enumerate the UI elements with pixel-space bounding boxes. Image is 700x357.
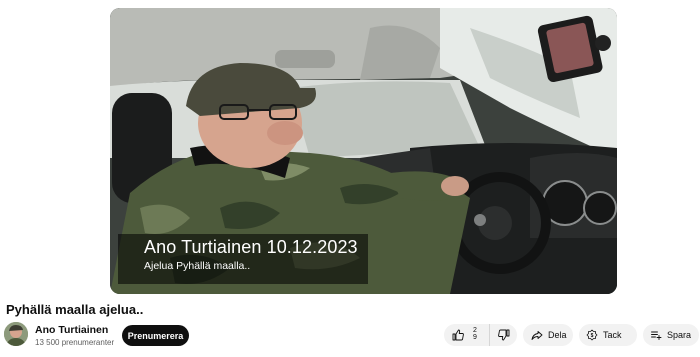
like-count-top: 2 [473,327,477,334]
thumbs-up-icon [452,329,464,341]
watch-page: Ano Turtiainen 10.12.2023 Ajelua Pyhällä… [0,0,700,357]
avatar-image [4,322,28,346]
like-count-bottom: 9 [473,334,477,341]
svg-text:$: $ [591,333,594,339]
video-caption-title: Ano Turtiainen 10.12.2023 [144,237,358,257]
share-arrow-icon [531,329,543,341]
channel-name[interactable]: Ano Turtiainen [35,324,108,336]
save-label: Spara [667,330,692,340]
like-count: 2 9 [473,327,477,341]
subscriber-count: 13 500 prenumeranter [35,338,115,347]
dislike-button[interactable] [490,324,517,346]
channel-avatar[interactable] [4,322,28,346]
like-dislike-group: 2 9 [444,324,517,346]
thanks-label: Tack [603,330,622,340]
thumbs-down-icon [497,329,510,341]
thanks-dollar-icon: $ [586,329,598,341]
thanks-button[interactable]: $ Tack [579,324,637,346]
video-caption-subtitle: Ajelua Pyhällä maalla.. [144,260,251,272]
video-player[interactable]: Ano Turtiainen 10.12.2023 Ajelua Pyhällä… [110,8,617,294]
playlist-add-icon [650,329,662,341]
video-title: Pyhällä maalla ajelua.. [6,302,144,317]
like-button[interactable]: 2 9 [444,324,490,346]
subscribe-button[interactable]: Prenumerera [122,325,189,346]
share-label: Dela [548,330,567,340]
save-button[interactable]: Spara [643,324,699,346]
share-button[interactable]: Dela [523,324,573,346]
